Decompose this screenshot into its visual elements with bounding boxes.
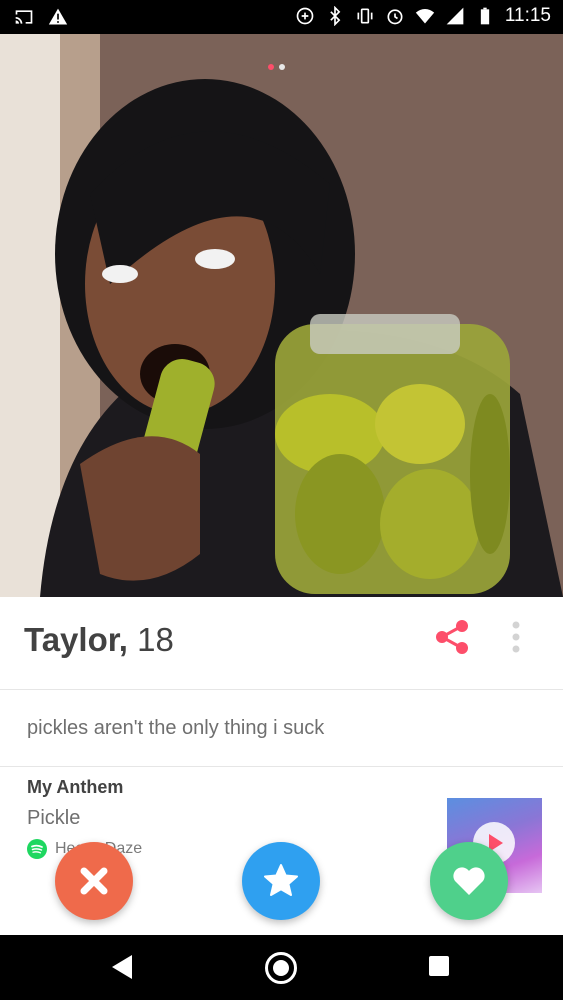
recent-apps-icon[interactable] [429,956,449,976]
more-options-button[interactable] [504,617,528,657]
vibrate-icon [357,8,373,24]
signal-icon [446,7,464,25]
heart-icon [453,867,485,895]
anthem-song: Pickle [27,807,81,829]
bluetooth-icon [330,6,341,26]
alarm-icon [387,9,403,25]
photo-illustration [0,34,563,597]
close-icon [80,867,108,895]
pagination-dot[interactable] [279,64,285,70]
share-icon [436,620,468,654]
profile-name: Taylor [24,621,119,658]
profile-age: 18 [137,621,174,658]
back-icon[interactable] [112,955,132,979]
like-button[interactable] [430,842,508,920]
bio-text: pickles aren't the only thing i suck [27,717,325,739]
nope-button[interactable] [55,842,133,920]
photo-pagination [268,64,285,70]
pagination-dot-active[interactable] [268,64,274,70]
bio-section: pickles aren't the only thing i suck [0,690,563,767]
system-nav-bar [0,935,563,1000]
share-button[interactable] [432,617,472,657]
battery-icon [480,7,490,25]
anthem-heading: My Anthem [27,777,124,797]
profile-name-age: Taylor, 18 [24,621,174,658]
data-saver-icon [296,7,314,25]
wifi-icon [415,9,435,24]
warning-icon [48,8,68,25]
spotify-icon [27,839,47,859]
star-icon [264,864,298,896]
more-vertical-icon [512,621,520,653]
cast-icon [15,10,33,24]
super-like-button[interactable] [242,842,320,920]
status-bar: 11:15 [0,0,563,34]
name-row: Taylor, 18 [0,597,563,690]
home-icon[interactable] [265,952,297,984]
clock: 11:15 [504,5,551,26]
profile-photo[interactable] [0,34,563,597]
